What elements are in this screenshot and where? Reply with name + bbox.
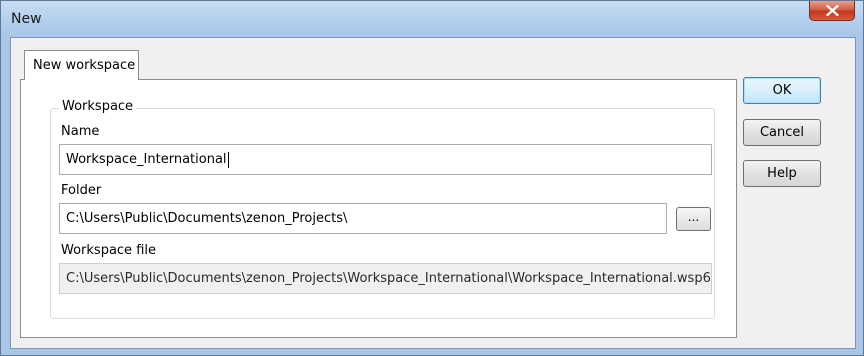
help-button[interactable]: Help (743, 160, 821, 187)
name-input[interactable]: Workspace_International (59, 144, 712, 175)
title-bar[interactable]: New (1, 1, 863, 37)
ok-button-label: OK (772, 83, 792, 98)
ok-button[interactable]: OK (743, 77, 821, 104)
name-label: Name (61, 124, 100, 139)
dialog-client-area: New workspace Workspace Name Workspace_I… (10, 37, 856, 349)
workspace-file-value: C:\Users\Public\Documents\zenon_Projects… (66, 271, 711, 286)
tab-new-workspace[interactable]: New workspace (24, 50, 139, 80)
close-icon (826, 5, 839, 16)
folder-label: Folder (61, 183, 102, 198)
tab-label: New workspace (33, 58, 136, 73)
tab-panel: Workspace Name Workspace_International F… (20, 79, 737, 338)
folder-input[interactable]: C:\Users\Public\Documents\zenon_Projects… (59, 203, 667, 234)
workspace-group-legend: Workspace (59, 99, 137, 114)
cancel-button-label: Cancel (759, 125, 805, 140)
folder-input-value: C:\Users\Public\Documents\zenon_Projects… (66, 211, 348, 226)
help-button-label: Help (767, 166, 797, 181)
workspace-file-field: C:\Users\Public\Documents\zenon_Projects… (59, 263, 712, 294)
name-input-value: Workspace_International (66, 152, 227, 167)
browse-folder-button[interactable]: ... (676, 207, 711, 231)
dialog-window: New New workspace Workspace Name Workspa… (0, 0, 864, 356)
workspace-file-label: Workspace file (61, 243, 156, 258)
browse-button-label: ... (687, 210, 700, 224)
window-title: New (11, 11, 42, 27)
text-caret (227, 151, 229, 168)
close-button[interactable] (809, 1, 855, 21)
cancel-button[interactable]: Cancel (743, 119, 821, 146)
